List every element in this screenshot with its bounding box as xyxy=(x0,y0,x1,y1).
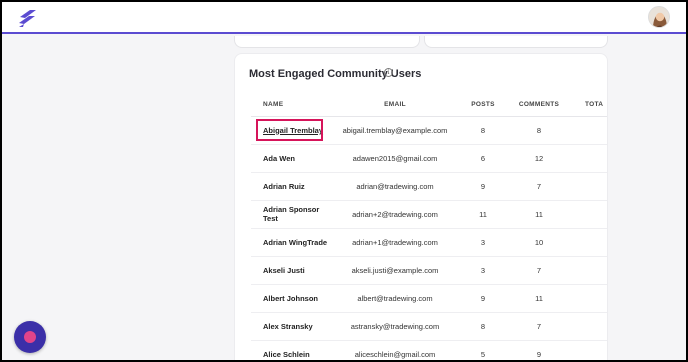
column-header-total[interactable]: TOTA xyxy=(567,94,607,117)
user-total xyxy=(567,228,607,257)
user-name-link[interactable]: Akseli Justi xyxy=(251,256,335,285)
top-bar xyxy=(2,2,686,34)
avatar-image xyxy=(649,7,669,27)
user-posts: 3 xyxy=(455,256,511,285)
user-total xyxy=(567,340,607,360)
user-total xyxy=(567,144,607,173)
table-row[interactable]: Alex Stransky astransky@tradewing.com 8 … xyxy=(251,312,607,341)
user-email: albert@tradewing.com xyxy=(335,284,455,313)
user-comments: 8 xyxy=(511,116,567,145)
info-icon[interactable]: i xyxy=(384,68,393,77)
user-name-link[interactable]: Abigail Tremblay xyxy=(251,116,335,145)
previous-card-right xyxy=(424,36,608,48)
chat-launcher-dot-icon xyxy=(24,331,36,343)
user-name-link[interactable]: Alex Stransky xyxy=(251,312,335,341)
user-comments: 7 xyxy=(511,312,567,341)
user-comments: 11 xyxy=(511,284,567,313)
table-row[interactable]: Alice Schlein aliceschlein@gmail.com 5 9 xyxy=(251,340,607,360)
user-email: adrian+2@tradewing.com xyxy=(335,200,455,229)
user-total xyxy=(567,312,607,341)
column-header-name[interactable]: NAME xyxy=(251,94,335,117)
user-total xyxy=(567,200,607,229)
user-comments: 11 xyxy=(511,200,567,229)
user-posts: 6 xyxy=(455,144,511,173)
table-row[interactable]: Adrian WingTrade adrian+1@tradewing.com … xyxy=(251,228,607,257)
card-title: Most Engaged Community Users xyxy=(249,68,422,80)
previous-cards xyxy=(234,36,608,48)
user-total xyxy=(567,284,607,313)
column-header-email[interactable]: EMAIL xyxy=(335,94,455,117)
table-row[interactable]: Adrian Sponsor Test adrian+2@tradewing.c… xyxy=(251,200,607,229)
user-email: aliceschlein@gmail.com xyxy=(335,340,455,360)
user-name-link[interactable]: Adrian WingTrade xyxy=(251,228,335,257)
user-name-link[interactable]: Albert Johnson xyxy=(251,284,335,313)
user-comments: 10 xyxy=(511,228,567,257)
table-row[interactable]: Akseli Justi akseli.justi@example.com 3 … xyxy=(251,256,607,285)
user-posts: 5 xyxy=(455,340,511,360)
user-posts: 8 xyxy=(455,312,511,341)
user-email: akseli.justi@example.com xyxy=(335,256,455,285)
table-row[interactable]: Albert Johnson albert@tradewing.com 9 11 xyxy=(251,284,607,313)
user-name-link[interactable]: Alice Schlein xyxy=(251,340,335,360)
user-comments: 9 xyxy=(511,340,567,360)
column-header-posts[interactable]: POSTS xyxy=(455,94,511,117)
table-row[interactable]: Ada Wen adawen2015@gmail.com 6 12 xyxy=(251,144,607,173)
user-name-link[interactable]: Adrian Sponsor Test xyxy=(251,200,335,229)
user-posts: 3 xyxy=(455,228,511,257)
user-name-link[interactable]: Ada Wen xyxy=(251,144,335,173)
user-avatar[interactable] xyxy=(648,6,670,28)
engaged-users-table: NAME EMAIL POSTS COMMENTS TOTA Abigail T… xyxy=(251,94,607,360)
user-email: adrian+1@tradewing.com xyxy=(335,228,455,257)
user-comments: 7 xyxy=(511,256,567,285)
user-email: adrian@tradewing.com xyxy=(335,172,455,201)
user-total xyxy=(567,256,607,285)
app-frame: Most Engaged Community Users i NAME EMAI… xyxy=(0,0,688,362)
user-posts: 9 xyxy=(455,172,511,201)
user-comments: 7 xyxy=(511,172,567,201)
table-row[interactable]: Adrian Ruiz adrian@tradewing.com 9 7 xyxy=(251,172,607,201)
engaged-users-card: Most Engaged Community Users i NAME EMAI… xyxy=(234,53,608,360)
user-name-link[interactable]: Adrian Ruiz xyxy=(251,172,335,201)
table-header-row: NAME EMAIL POSTS COMMENTS TOTA xyxy=(251,94,607,117)
user-total xyxy=(567,116,607,145)
user-posts: 11 xyxy=(455,200,511,229)
user-email: astransky@tradewing.com xyxy=(335,312,455,341)
user-comments: 12 xyxy=(511,144,567,173)
app-logo-icon[interactable] xyxy=(16,7,38,29)
user-total xyxy=(567,172,607,201)
column-header-comments[interactable]: COMMENTS xyxy=(511,94,567,117)
user-email: abigail.tremblay@example.com xyxy=(335,116,455,145)
user-posts: 8 xyxy=(455,116,511,145)
user-email: adawen2015@gmail.com xyxy=(335,144,455,173)
table-row[interactable]: Abigail Tremblay abigail.tremblay@exampl… xyxy=(251,116,607,145)
previous-card-left xyxy=(234,36,420,48)
chat-launcher-button[interactable] xyxy=(14,321,46,353)
user-posts: 9 xyxy=(455,284,511,313)
